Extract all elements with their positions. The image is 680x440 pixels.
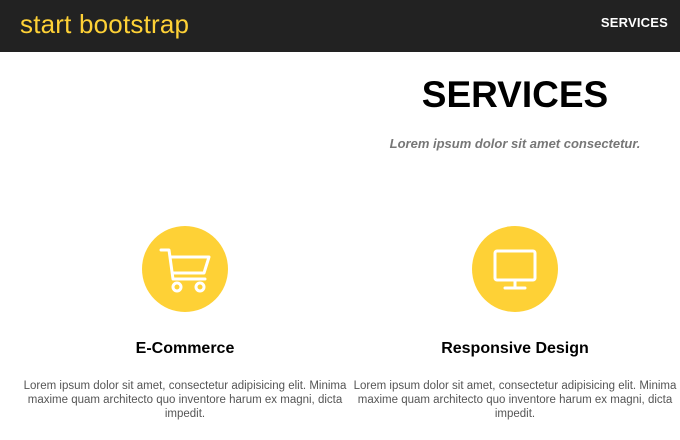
icon-circle (472, 226, 558, 312)
navbar: start bootstrap SERVICES (0, 0, 680, 52)
service-title: E-Commerce (135, 340, 235, 357)
service-title: Responsive Design (441, 340, 589, 357)
service-description: Lorem ipsum dolor sit amet, consectetur … (353, 380, 677, 420)
section-subheading: Lorem ipsum dolor sit amet consectetur. (389, 136, 641, 151)
brand-logo[interactable]: start bootstrap (20, 9, 189, 39)
service-description: Lorem ipsum dolor sit amet, consectetur … (23, 380, 347, 420)
section-heading: SERVICES (421, 74, 609, 115)
icon-circle (142, 226, 228, 312)
shopping-cart-icon (159, 248, 211, 293)
desktop-monitor-icon (493, 249, 537, 290)
nav-link-services[interactable]: SERVICES (601, 15, 668, 31)
